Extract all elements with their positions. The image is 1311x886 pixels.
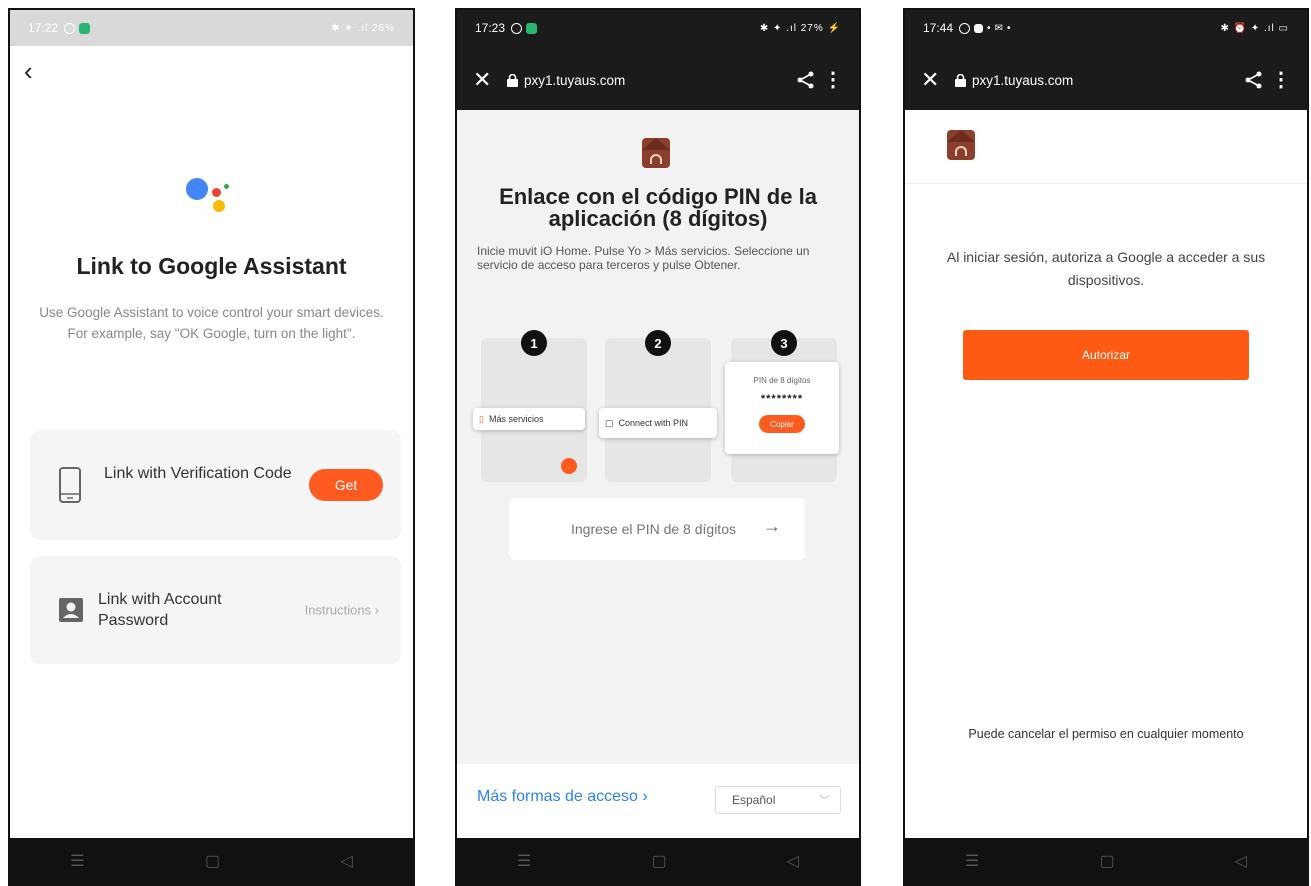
page-title: Enlace con el código PIN de la aplicació… <box>499 184 817 231</box>
step-number: 2 <box>645 330 671 356</box>
browser-header: 17:44 • ✉ • ✱ ⏰ ✦ .ıl ▭ ✕ pxy1.tuyaus.co… <box>905 10 1307 110</box>
app-logo-icon <box>642 138 670 168</box>
home-nav-icon[interactable]: ▢ <box>205 851 220 871</box>
back-arrow-icon[interactable]: ‹ <box>24 58 33 84</box>
pin-callout-title: PIN de 8 dígitos <box>753 376 811 385</box>
more-access-link[interactable]: Más formas de acceso › <box>477 788 648 806</box>
url-text[interactable]: pxy1.tuyaus.com <box>524 73 625 88</box>
status-bar: 17:44 • ✉ • ✱ ⏰ ✦ .ıl ▭ <box>905 10 1307 46</box>
profile-icon <box>561 458 577 474</box>
copy-button: Copiar <box>759 415 805 433</box>
whatsapp-icon <box>64 22 76 34</box>
notification-icons: • ✉ • <box>959 22 1011 34</box>
back-nav-icon[interactable]: ◁ <box>1235 851 1247 871</box>
step-1: 1 ▯ Más servicios <box>473 330 587 482</box>
nav-bar: ☰ ▢ ◁ <box>905 838 1307 884</box>
step-number: 3 <box>771 330 797 356</box>
page-footer: Más formas de acceso › Español ﹀ <box>457 764 859 838</box>
phone-google-assistant-link: 17:22 ✱ ✦ .ıl 26% ‹ Link to Google Assis… <box>8 8 415 886</box>
app-notification-icon <box>79 22 91 34</box>
status-time: 17:44 <box>923 21 954 35</box>
mas-servicios-callout: ▯ Más servicios <box>473 408 585 430</box>
home-nav-icon[interactable]: ▢ <box>651 851 666 871</box>
back-nav-icon[interactable]: ◁ <box>787 851 799 871</box>
notification-icons <box>64 22 91 34</box>
authorize-message: Al iniciar sesión, autoriza a Google a a… <box>946 249 1266 288</box>
menu-nav-icon[interactable]: ☰ <box>517 851 531 871</box>
whatsapp-icon <box>511 22 523 34</box>
home-nav-icon[interactable]: ▢ <box>1099 851 1114 871</box>
step-label: Más servicios <box>488 414 544 424</box>
pin-input[interactable] <box>509 498 805 560</box>
app-logo-icon <box>947 130 975 160</box>
phone-icon <box>59 467 81 503</box>
status-bar: 17:22 ✱ ✦ .ıl 26% <box>10 10 413 46</box>
browser-header: 17:23 ✱ ✦ .ıl 27% ⚡ ✕ pxy1.tuyaus.com ⋮ <box>457 10 859 110</box>
url-bar: ✕ pxy1.tuyaus.com ⋮ <box>457 62 859 98</box>
verification-code-label: Link with Verification Code <box>104 465 292 482</box>
step-number: 1 <box>521 330 547 356</box>
status-bar: 17:23 ✱ ✦ .ıl 27% ⚡ <box>457 10 859 46</box>
share-icon[interactable] <box>789 70 823 90</box>
dot-icon: • <box>1006 22 1011 34</box>
chevron-down-icon: ﹀ <box>819 795 830 807</box>
submit-arrow-icon[interactable]: → <box>763 516 781 537</box>
page-title: Link to Google Assistant <box>76 253 347 279</box>
account-icon <box>59 598 83 622</box>
whatsapp-icon <box>959 22 971 34</box>
step-2: 2 ▢ Connect with PIN <box>599 330 717 482</box>
verification-code-option[interactable]: Link with Verification Code Get <box>30 430 401 540</box>
nav-bar: ☰ ▢ ◁ <box>10 838 413 884</box>
url-text[interactable]: pxy1.tuyaus.com <box>972 73 1073 88</box>
status-time: 17:23 <box>475 21 506 35</box>
url-bar: ✕ pxy1.tuyaus.com ⋮ <box>905 62 1307 98</box>
back-nav-icon[interactable]: ◁ <box>340 851 352 871</box>
close-icon[interactable]: ✕ <box>921 67 955 93</box>
step-label: Connect with PIN <box>618 418 689 428</box>
page-description: Use Google Assistant to voice control yo… <box>39 305 384 341</box>
language-value: Español <box>732 793 776 807</box>
system-status: ✱ ✦ .ıl 27% ⚡ <box>759 22 841 34</box>
bookmark-icon: ▯ <box>479 413 484 424</box>
page-header <box>905 110 1307 184</box>
mail-icon: ✉ <box>994 22 1003 34</box>
lock-icon <box>507 73 518 87</box>
google-assistant-logo-icon <box>186 170 236 214</box>
pin-callout: PIN de 8 dígitos ******** Copiar <box>725 362 839 454</box>
menu-nav-icon[interactable]: ☰ <box>965 851 979 871</box>
authorize-button[interactable]: Autorizar <box>963 330 1249 380</box>
more-options-icon[interactable]: ⋮ <box>1271 70 1291 90</box>
app-notification-icon <box>526 22 538 34</box>
nav-bar: ☰ ▢ ◁ <box>457 838 859 884</box>
share-icon[interactable] <box>1237 70 1271 90</box>
status-time: 17:22 <box>28 21 59 35</box>
close-icon[interactable]: ✕ <box>473 67 507 93</box>
lock-icon <box>955 73 966 87</box>
account-password-option[interactable]: Link with Account Password Instructions … <box>30 556 401 664</box>
page-description: Inicie muvit iO Home. Pulse Yo > Más ser… <box>477 244 810 272</box>
menu-nav-icon[interactable]: ☰ <box>70 851 84 871</box>
system-status: ✱ ⏰ ✦ .ıl ▭ <box>1220 22 1289 34</box>
step-3: 3 PIN de 8 dígitos ******** Copiar <box>725 330 839 482</box>
notification-icons <box>511 22 538 34</box>
phone-pin-linking: 17:23 ✱ ✦ .ıl 27% ⚡ ✕ pxy1.tuyaus.com ⋮ … <box>455 8 861 886</box>
phone-authorize: 17:44 • ✉ • ✱ ⏰ ✦ .ıl ▭ ✕ pxy1.tuyaus.co… <box>903 8 1309 886</box>
language-select[interactable]: Español ﹀ <box>715 786 841 814</box>
pin-value: ******** <box>760 393 804 405</box>
app-notification-icon <box>974 23 984 33</box>
connect-with-pin-callout: ▢ Connect with PIN <box>599 408 717 438</box>
instructions-link[interactable]: Instructions › <box>305 603 379 618</box>
square-icon: ▢ <box>605 417 614 428</box>
dot-icon: • <box>987 22 991 34</box>
cancel-note: Puede cancelar el permiso en cualquier m… <box>968 727 1244 741</box>
account-password-label: Link with Account Password <box>98 591 222 629</box>
more-options-icon[interactable]: ⋮ <box>823 70 843 90</box>
system-status: ✱ ✦ .ıl 26% <box>331 22 395 34</box>
get-button[interactable]: Get <box>309 469 383 501</box>
